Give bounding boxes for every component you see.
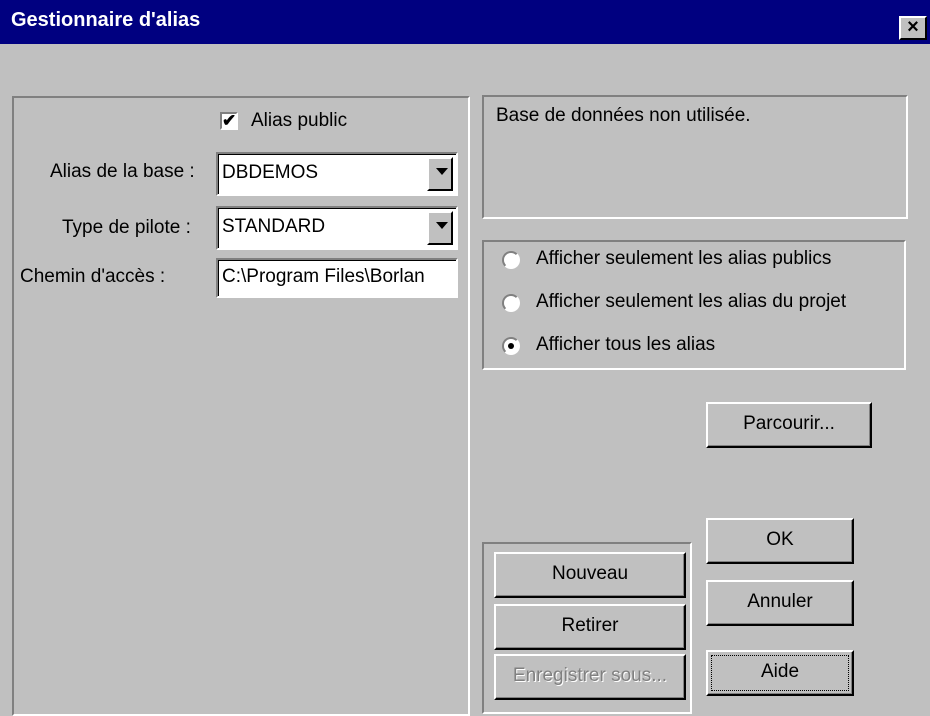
alias-name-dropdown[interactable]: DBDEMOS — [216, 152, 458, 196]
driver-type-chevron-down-icon[interactable] — [427, 211, 453, 245]
browse-button[interactable]: Parcourir... — [706, 402, 872, 448]
new-button-label: Nouveau — [551, 563, 629, 584]
new-button[interactable]: Nouveau — [494, 552, 686, 598]
radio-all-aliases[interactable] — [502, 337, 520, 355]
public-alias-label: Alias public — [251, 110, 348, 131]
close-button[interactable]: × — [899, 16, 927, 40]
browse-button-label: Parcourir... — [743, 413, 835, 434]
alias-name-value: DBDEMOS — [222, 162, 319, 183]
path-value: C:\Program Files\Borlan — [222, 266, 425, 287]
close-icon: × — [907, 16, 919, 38]
help-button[interactable]: Aide — [706, 650, 854, 696]
radio-public-aliases-label[interactable]: Afficher seulement les alias publics — [536, 248, 831, 270]
ok-button-label: OK — [766, 529, 794, 550]
path-input[interactable]: C:\Program Files\Borlan — [216, 258, 458, 298]
alias-name-chevron-down-icon[interactable] — [427, 157, 453, 191]
save-as-button-label: Enregistrer sous... — [512, 665, 668, 686]
radio-project-aliases[interactable] — [502, 294, 520, 312]
public-alias-checkbox[interactable]: ✔ — [220, 112, 238, 130]
help-button-label: Aide — [760, 661, 800, 682]
cancel-button[interactable]: Annuler — [706, 580, 854, 626]
driver-type-dropdown[interactable]: STANDARD — [216, 206, 458, 250]
remove-button-label: Retirer — [561, 615, 619, 636]
alias-name-label: Alias de la base : — [50, 161, 195, 182]
radio-all-aliases-label[interactable]: Afficher tous les alias — [536, 334, 715, 356]
path-label: Chemin d'accès : — [20, 266, 166, 287]
status-text: Base de données non utilisée. — [496, 105, 751, 126]
radio-project-aliases-label[interactable]: Afficher seulement les alias du projet — [536, 291, 846, 313]
driver-type-label: Type de pilote : — [62, 217, 191, 238]
cancel-button-label: Annuler — [747, 591, 813, 612]
window-title: Gestionnaire d'alias — [11, 9, 201, 31]
ok-button[interactable]: OK — [706, 518, 854, 564]
radio-public-aliases[interactable] — [502, 251, 520, 269]
save-as-button[interactable]: Enregistrer sous... — [494, 654, 686, 700]
status-box: Base de données non utilisée. — [482, 95, 908, 219]
driver-type-value: STANDARD — [222, 216, 326, 237]
remove-button[interactable]: Retirer — [494, 604, 686, 650]
